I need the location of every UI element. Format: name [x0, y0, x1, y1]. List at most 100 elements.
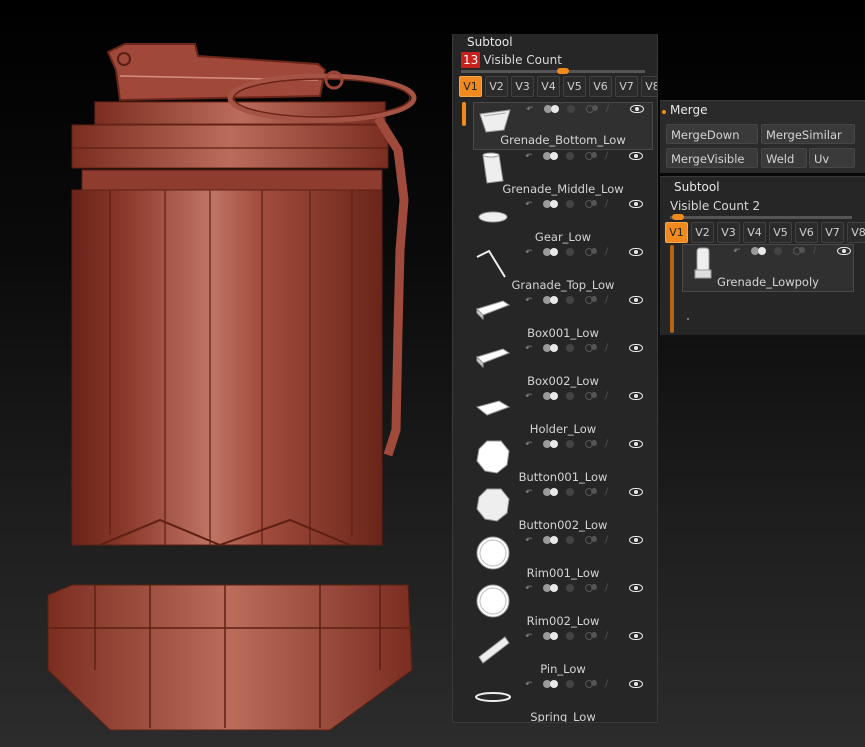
merge-panel: Merge MergeDown MergeSimilar MergeVisibl… [660, 100, 865, 173]
subtool-controls[interactable]: ⬐ ∕ [733, 245, 861, 257]
subtool-item-grenade-middle[interactable]: ⬐ ∕ Grenade_Middle_Low [473, 150, 653, 198]
subtool-item-rim002[interactable]: ⬐ ∕ Rim002_Low [473, 582, 653, 630]
eye-icon [629, 200, 643, 208]
tab-v8[interactable]: V8 [847, 222, 865, 243]
subtool-item-label: Box002_Low [527, 374, 599, 388]
subtool-item-button002[interactable]: ⬐ ∕ Button002_Low [473, 486, 653, 534]
subtool-item-label: Grenade_Middle_Low [502, 182, 624, 196]
subtool-panel: Subtool 13 Visible Count V1 V2 V3 V4 V5 V… [452, 34, 658, 723]
merge-visible-button[interactable]: MergeVisible [666, 148, 758, 168]
subtool-controls[interactable]: ⬐ ∕ [525, 486, 653, 498]
eye-icon [629, 584, 643, 592]
merge-down-button[interactable]: MergeDown [666, 124, 758, 144]
subtool-item-rim001[interactable]: ⬐ ∕ Rim001_Low [473, 534, 653, 582]
viewport[interactable] [0, 0, 450, 747]
tab-v7[interactable]: V7 [821, 222, 844, 243]
eye-icon [629, 632, 643, 640]
tab-v8[interactable]: V8 [641, 76, 657, 97]
eye-icon [629, 248, 643, 256]
subtool-controls[interactable]: ⬐ ∕ [525, 150, 653, 162]
subtool-controls[interactable]: ⬐ ∕ [525, 534, 653, 546]
uv-button[interactable]: Uv [809, 148, 855, 168]
eye-icon [629, 296, 643, 304]
eye-icon [629, 440, 643, 448]
subtool-item-label: Grenade_Bottom_Low [500, 133, 626, 147]
subtool-item-label: Gear_Low [534, 230, 592, 244]
eye-icon [630, 105, 644, 113]
tab-v3[interactable]: V3 [717, 222, 740, 243]
slider-knob[interactable] [672, 214, 684, 220]
grenade-model [47, 43, 417, 731]
subtool-controls[interactable]: ⬐ ∕ [525, 246, 653, 258]
tab-v2[interactable]: V2 [691, 222, 714, 243]
tab-v4[interactable]: V4 [537, 76, 560, 97]
subtool-controls[interactable]: ⬐ ∕ [525, 390, 653, 402]
subtool-item-label: Button002_Low [518, 518, 608, 532]
subtool-item-label: Box001_Low [527, 326, 599, 340]
eye-icon [837, 247, 851, 255]
subtool-controls[interactable]: ⬐ ∕ [525, 678, 653, 690]
version-tabs: V1 V2 V3 V4 V5 V6 V7 V8 [459, 76, 657, 97]
tab-v5[interactable]: V5 [769, 222, 792, 243]
visible-count-badge: 13 [461, 52, 481, 68]
subtool-item-label: Holder_Low [529, 422, 597, 436]
tab-v3[interactable]: V3 [511, 76, 534, 97]
subtool-item-grenade-bottom[interactable]: ⬐ ∕ Grenade_Bottom_Low [473, 102, 653, 150]
subtool-list: ⬐ ∕ Grenade_Bottom_Low ⬐ ∕ Grenade_Middle_… [473, 102, 653, 723]
collapse-dot-icon[interactable] [662, 110, 666, 114]
subtool-item-pin[interactable]: ⬐ ∕ Pin_Low [473, 630, 653, 678]
subtool-title: Subtool [467, 35, 513, 49]
subtool-item-label: Pin_Low [540, 662, 586, 676]
subtool-item-box002[interactable]: ⬐ ∕ Box002_Low [473, 342, 653, 390]
subtool-item-label: Granade_Top_Low [511, 278, 615, 292]
subtool-controls[interactable]: ⬐ ∕ [525, 342, 653, 354]
tab-v4[interactable]: V4 [743, 222, 766, 243]
merge-similar-button[interactable]: MergeSimilar [761, 124, 855, 144]
subtool-item-spring[interactable]: ⬐ ∕ Spring_Low [473, 678, 653, 723]
list-scrollbar[interactable] [670, 245, 674, 333]
subtool-item-granade-top[interactable]: ⬐ ∕ Granade_Top_Low [473, 246, 653, 294]
tab-v6[interactable]: V6 [795, 222, 818, 243]
eye-icon [629, 488, 643, 496]
subtool-panel-2: Subtool Visible Count 2 V1 V2 V3 V4 V5 V… [660, 176, 865, 335]
eye-icon [629, 344, 643, 352]
subtool-controls[interactable]: ⬐ ∕ [525, 630, 653, 642]
subtool-item-label: Rim001_Low [526, 566, 600, 580]
subtool-item-gear[interactable]: ⬐ ∕ Gear_Low [473, 198, 653, 246]
visible-count-slider[interactable] [670, 214, 852, 220]
eye-icon [629, 152, 643, 160]
subtool-controls[interactable]: ⬐ ∕ [525, 438, 653, 450]
divider-dot [687, 318, 689, 320]
eye-icon [629, 392, 643, 400]
version-tabs: V1 V2 V3 V4 V5 V6 V7 V8 [665, 222, 865, 243]
tab-v7[interactable]: V7 [615, 76, 638, 97]
visible-count-slider[interactable] [461, 68, 645, 74]
visible-count-label: Visible Count [483, 53, 562, 67]
subtool-item-label: Rim002_Low [526, 614, 600, 628]
subtool-controls[interactable]: ⬐ ∕ [525, 198, 653, 210]
subtool-controls[interactable]: ⬐ ∕ [526, 103, 654, 115]
subtool-item-box001[interactable]: ⬐ ∕ Box001_Low [473, 294, 653, 342]
subtool-item-label: Spring_Low [530, 710, 596, 723]
subtool-item-holder[interactable]: ⬐ ∕ Holder_Low [473, 390, 653, 438]
visible-count-label: Visible Count 2 [670, 199, 761, 213]
subtool-item-label: Button001_Low [518, 470, 608, 484]
subtool-title: Subtool [674, 180, 720, 194]
tab-v6[interactable]: V6 [589, 76, 612, 97]
subtool-item-grenade-lowpoly[interactable]: ⬐ ∕ Grenade_Lowpoly [682, 244, 854, 292]
tab-v5[interactable]: V5 [563, 76, 586, 97]
weld-button[interactable]: Weld [761, 148, 807, 168]
subtool-controls[interactable]: ⬐ ∕ [525, 294, 653, 306]
merge-title[interactable]: Merge [670, 103, 707, 117]
subtool-controls[interactable]: ⬐ ∕ [525, 582, 653, 594]
eye-icon [629, 680, 643, 688]
subtool-item-label: Grenade_Lowpoly [717, 275, 819, 289]
list-scrollbar[interactable] [462, 102, 466, 126]
subtool-item-button001[interactable]: ⬐ ∕ Button001_Low [473, 438, 653, 486]
tab-v2[interactable]: V2 [485, 76, 508, 97]
eye-icon [629, 536, 643, 544]
tab-v1[interactable]: V1 [665, 222, 688, 243]
visible-count: 13 Visible Count [461, 52, 562, 68]
slider-knob[interactable] [557, 68, 569, 74]
tab-v1[interactable]: V1 [459, 76, 482, 97]
